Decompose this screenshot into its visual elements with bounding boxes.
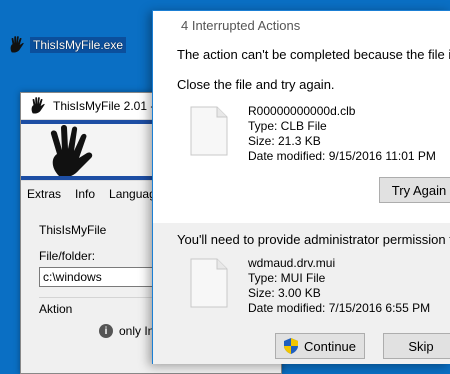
interrupted-actions-dialog: 4 Interrupted Actions The action can't b… [152, 10, 450, 364]
hand-icon [31, 97, 45, 114]
dialog-section-file-in-use: 4 Interrupted Actions The action can't b… [153, 11, 450, 223]
dialog-title: 4 Interrupted Actions [181, 17, 301, 33]
file-date-modified: Date modified: 9/15/2016 11:01 PM [248, 149, 436, 163]
file-type: Type: CLB File [248, 119, 327, 133]
desktop-shortcut-label: ThisIsMyFile.exe [30, 37, 127, 53]
file-size: Size: 21.3 KB [248, 134, 321, 148]
file-info-1: R00000000000d.clb Type: CLB File Size: 2… [248, 104, 436, 164]
try-again-label: Try Again [391, 182, 447, 198]
skip-label: Skip [408, 338, 434, 354]
admin-message: You'll need to provide administrator per… [177, 232, 450, 247]
file-name: wdmaud.drv.mui [248, 256, 336, 270]
file-info-2: wdmaud.drv.mui Type: MUI File Size: 3.00… [248, 256, 430, 316]
continue-button[interactable]: Continue [275, 333, 365, 359]
file-details-2: wdmaud.drv.mui Type: MUI File Size: 3.00… [153, 256, 450, 328]
file-date-modified: Date modified: 7/15/2016 6:55 PM [248, 301, 431, 315]
file-type: Type: MUI File [248, 271, 326, 285]
continue-label: Continue [303, 338, 357, 354]
file-size: Size: 3.00 KB [248, 286, 321, 300]
dialog-message: The action can't be completed because th… [177, 47, 450, 62]
desktop-shortcut[interactable]: ThisIsMyFile.exe [8, 36, 127, 54]
file-name: R00000000000d.clb [248, 104, 356, 118]
menu-extras[interactable]: Extras [27, 187, 61, 201]
uac-shield-icon [283, 338, 298, 354]
info-icon: i [99, 324, 113, 338]
app-title: ThisIsMyFile 2.01 - N [53, 99, 167, 113]
dialog-sub-message: Close the file and try again. [177, 77, 335, 92]
file-folder-input[interactable]: c:\windows [39, 267, 165, 287]
try-again-button[interactable]: Try Again [379, 177, 450, 203]
file-details-1: R00000000000d.clb Type: CLB File Size: 2… [153, 104, 450, 176]
file-icon [190, 258, 228, 308]
skip-button[interactable]: Skip [383, 333, 450, 359]
dialog-section-admin: You'll need to provide administrator per… [153, 223, 450, 364]
file-icon [190, 106, 228, 156]
hand-icon [10, 36, 24, 53]
menu-info[interactable]: Info [75, 187, 95, 201]
